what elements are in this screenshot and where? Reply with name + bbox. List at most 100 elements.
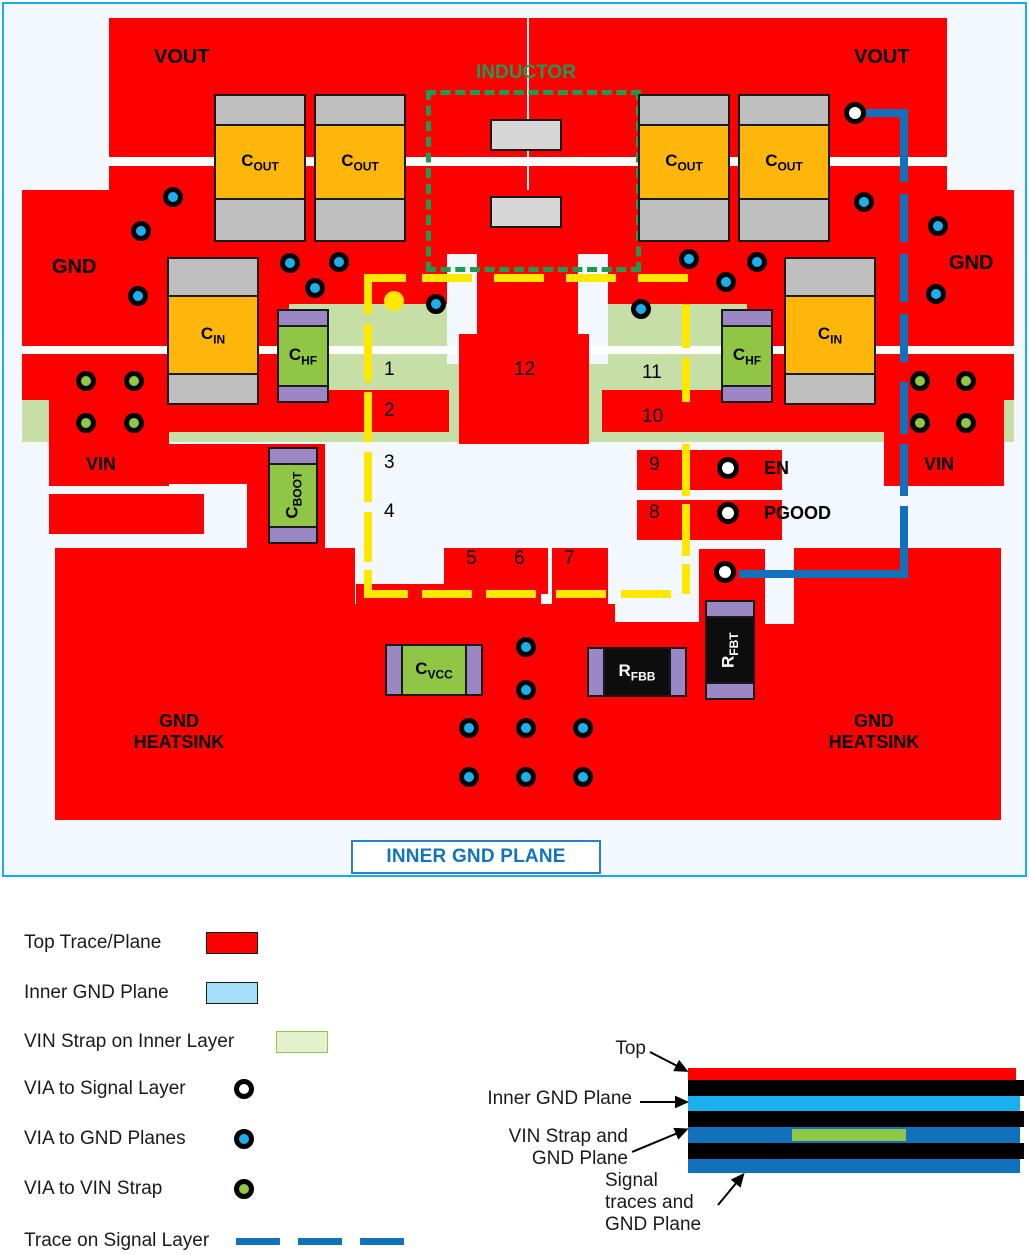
legend-label-via-gnd: VIA to GND Planes: [24, 1128, 186, 1149]
via-gnd-b8: [573, 767, 593, 787]
label-gnd-heatsink-left: GND HEATSINK: [133, 711, 225, 752]
pcb-board-canvas: INDUCTOR COUT COUT COUT COUT CIN CIN CHF…: [2, 2, 1027, 877]
xs-callout-top: Top: [615, 1038, 646, 1059]
chf-right-term-bottom: [721, 385, 773, 403]
via-gnd-4: [280, 253, 300, 273]
yellow-trace-bottom-h1: [364, 590, 408, 598]
signal-trace-right-vertical-1: [900, 109, 908, 182]
legend-item-top-trace-plane: Top Trace/Plane: [24, 932, 258, 954]
via-gnd-5: [329, 252, 349, 272]
via-gnd-b3: [459, 718, 479, 738]
pin-number-9: 9: [649, 454, 660, 475]
cvcc-label: CVCC: [415, 658, 453, 682]
legend-label-top-trace-plane: Top Trace/Plane: [24, 932, 162, 953]
cout-3-pad-top: [638, 94, 730, 126]
legend-swatch-top-trace-plane: [206, 932, 258, 954]
cout-4-label: COUT: [765, 150, 803, 174]
cboot: CBOOT: [268, 463, 318, 528]
yellow-trace-top-h2: [422, 274, 472, 282]
legend-item-trace-signal: Trace on Signal Layer: [24, 1230, 404, 1252]
via-signal-fb: [714, 561, 736, 583]
legend-swatch-vin-strap: [276, 1031, 328, 1053]
cout-4-pad-bottom: [738, 198, 830, 242]
legend-swatch-via-gnd-icon: [234, 1129, 254, 1149]
via-signal-vout: [844, 102, 866, 124]
inductor-label: INDUCTOR: [476, 62, 576, 83]
legend-item-inner-gnd-plane: Inner GND Plane: [24, 982, 258, 1004]
via-gnd-3: [128, 286, 148, 306]
legend-label-via-signal: VIA to Signal Layer: [24, 1078, 186, 1099]
yellow-trace-left-vertical-5: [364, 512, 372, 562]
via-gnd-b4: [516, 718, 536, 738]
via-vin-r4: [956, 413, 976, 433]
cout-1-label: COUT: [241, 150, 279, 174]
pin-number-7: 7: [564, 548, 575, 569]
yellow-trace-bottom-h3: [486, 590, 536, 598]
rfbb-label: RFBB: [618, 660, 656, 684]
yellow-trace-bottom-h2: [422, 590, 472, 598]
legend-swatch-via-vin-icon: [234, 1179, 254, 1199]
chf-left-label: CHF: [288, 344, 318, 368]
xs-callout-vin-strap-gnd: VIN Strap and GND Plane: [508, 1126, 628, 1169]
yellow-trace-right-vertical-2: [682, 358, 690, 402]
via-signal-pgood: [717, 502, 739, 524]
label-vin-right: VIN: [924, 454, 955, 474]
legend-swatch-via-signal-icon: [234, 1079, 254, 1099]
stackup-cross-section: Top Inner GND Plane VIN Strap and GND Pl…: [480, 1030, 1029, 1255]
legend-label-vin-strap: VIN Strap on Inner Layer: [24, 1031, 235, 1052]
via-signal-en: [717, 457, 739, 479]
yellow-via-dot: [384, 291, 404, 311]
legend-item-via-signal: VIA to Signal Layer: [24, 1078, 254, 1100]
yellow-trace-left-vertical-4: [364, 452, 372, 502]
via-gnd-6: [305, 278, 325, 298]
via-gnd-b5: [573, 718, 593, 738]
xs-callout-inner-gnd: Inner GND Plane: [487, 1088, 632, 1109]
cout-3-pad-bottom: [638, 198, 730, 242]
via-vin-r1: [910, 371, 930, 391]
cin-left-pad-top: [167, 257, 259, 297]
cin-right-pad-bottom: [784, 373, 876, 405]
legend-label-trace-signal: Trace on Signal Layer: [24, 1230, 210, 1251]
legend-swatch-trace-signal-icon: [236, 1237, 404, 1245]
via-gnd-11: [631, 299, 651, 319]
signal-trace-fb-h1: [804, 570, 908, 578]
label-vout-left: VOUT: [154, 46, 210, 68]
cout-1-pad-bottom: [214, 198, 306, 242]
pin-number-3: 3: [384, 452, 395, 473]
rfbb-term-right: [669, 647, 687, 697]
via-gnd-2: [131, 221, 151, 241]
rfbt-term-bottom: [705, 682, 755, 700]
yellow-trace-right-vertical-3: [682, 444, 690, 496]
label-gnd-heatsink-right: GND HEATSINK: [828, 711, 920, 752]
via-vin-l1: [76, 371, 96, 391]
via-gnd-14: [926, 284, 946, 304]
label-gnd-right: GND: [949, 252, 994, 274]
cout-3-label: COUT: [665, 150, 703, 174]
yellow-trace-right-vertical-1: [682, 304, 690, 348]
chf-left: CHF: [277, 325, 329, 387]
signal-trace-right-vertical-3: [900, 254, 908, 302]
pin-number-2: 2: [384, 400, 395, 421]
label-gnd-left: GND: [52, 256, 97, 278]
yellow-trace-right-vertical-4: [682, 504, 690, 556]
legend-item-via-vin: VIA to VIN Strap: [24, 1178, 254, 1200]
pin-number-10: 10: [642, 406, 664, 427]
pin-number-8: 8: [649, 502, 660, 523]
via-gnd-10: [716, 272, 736, 292]
yellow-trace-bottom-h4: [556, 590, 606, 598]
pin-number-4: 4: [384, 501, 395, 522]
signal-trace-right-vertical-4: [900, 314, 908, 362]
xs-callout-signal-gnd: Signal traces and GND Plane: [605, 1170, 702, 1235]
via-vin-l4: [124, 413, 144, 433]
yellow-trace-right-vertical-5: [682, 564, 690, 594]
cout-2-pad-bottom: [314, 198, 406, 242]
yellow-trace-left-vertical-2: [364, 324, 372, 382]
inductor-pad-bottom: [490, 196, 562, 228]
via-gnd-1: [163, 187, 183, 207]
yellow-trace-top-h3: [494, 274, 544, 282]
signal-trace-right-vertical-5: [900, 382, 908, 434]
pin-number-5: 5: [466, 548, 477, 569]
via-vin-r3: [910, 413, 930, 433]
legend-item-vin-strap: VIN Strap on Inner Layer: [24, 1031, 328, 1053]
legend-label-via-vin: VIA to VIN Strap: [24, 1178, 163, 1199]
